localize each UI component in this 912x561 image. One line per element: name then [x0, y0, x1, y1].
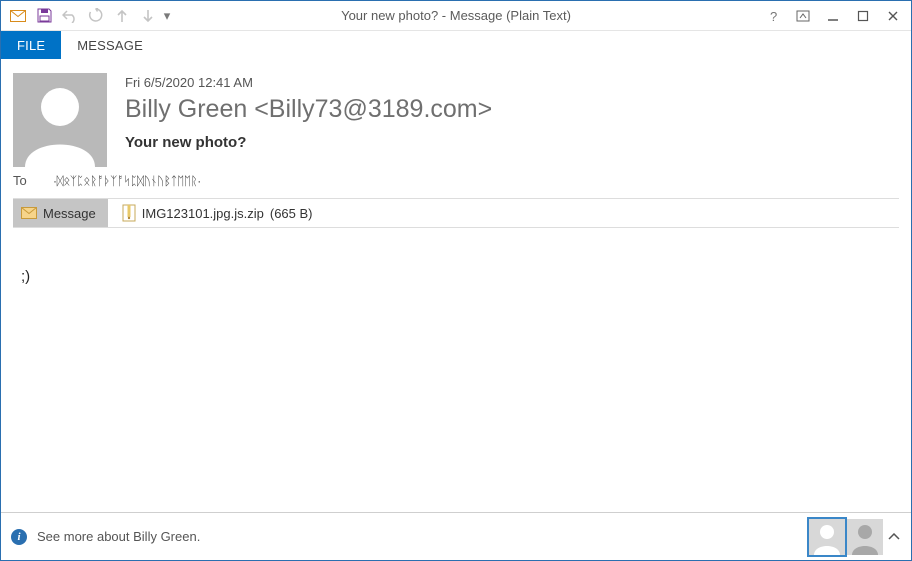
people-pane-expand-icon[interactable] — [885, 519, 903, 555]
message-date: Fri 6/5/2020 12:41 AM — [125, 75, 492, 90]
sender-avatar — [13, 73, 107, 167]
svg-text:?: ? — [770, 10, 777, 22]
undo-icon[interactable] — [59, 5, 81, 27]
attachment-filename: IMG123101.jpg.js.zip — [142, 206, 264, 221]
ribbon-toggle-icon[interactable] — [789, 5, 817, 27]
help-icon[interactable]: ? — [759, 5, 787, 27]
mail-icon[interactable] — [7, 5, 29, 27]
maximize-icon[interactable] — [849, 5, 877, 27]
close-icon[interactable] — [879, 5, 907, 27]
message-content: Fri 6/5/2020 12:41 AM Billy Green <Billy… — [1, 59, 911, 512]
people-pane: i See more about Billy Green. — [1, 512, 911, 560]
message-header: Fri 6/5/2020 12:41 AM Billy Green <Billy… — [13, 73, 899, 167]
window-title: Your new photo? - Message (Plain Text) — [341, 8, 571, 23]
contact-avatar-1[interactable] — [809, 519, 845, 555]
message-tab-button[interactable]: Message — [13, 199, 108, 227]
previous-item-icon[interactable] — [111, 5, 133, 27]
message-tab-label: Message — [43, 206, 96, 221]
to-value: ·ᛞᛟᛉᛈᛟᚱᚩᚦᛉᚩᛋᛈᛞᚢᚾᚢᛒᛏᛖᛖᚱ· — [53, 174, 201, 188]
people-pane-text[interactable]: See more about Billy Green. — [37, 529, 200, 544]
to-label: To — [13, 173, 33, 188]
redo-icon[interactable] — [85, 5, 107, 27]
recipients-row: To ·ᛞᛟᛉᛈᛟᚱᚩᚦᛉᚩᛋᛈᛞᚢᚾᚢᛒᛏᛖᛖᚱ· — [13, 169, 899, 198]
qat-customize-icon[interactable]: ▾ — [163, 5, 171, 27]
info-icon: i — [11, 529, 27, 545]
contact-avatar-2[interactable] — [847, 519, 883, 555]
people-pane-right — [809, 519, 903, 555]
attachment-bar: Message IMG123101.jpg.js.zip (665 B) — [13, 198, 899, 228]
title-bar: ▾ Your new photo? - Message (Plain Text)… — [1, 1, 911, 31]
quick-access-toolbar: ▾ — [1, 5, 171, 27]
attachment-item[interactable]: IMG123101.jpg.js.zip (665 B) — [108, 199, 313, 227]
tab-file[interactable]: FILE — [1, 31, 61, 59]
tab-message[interactable]: MESSAGE — [61, 31, 159, 59]
ribbon-tabs: FILE MESSAGE — [1, 31, 911, 59]
message-from: Billy Green <Billy73@3189.com> — [125, 94, 492, 124]
save-icon[interactable] — [33, 5, 55, 27]
message-body: ;) — [13, 228, 899, 512]
envelope-icon — [21, 207, 37, 219]
attachment-size: (665 B) — [270, 206, 313, 221]
message-subject: Your new photo? — [125, 134, 492, 151]
zip-file-icon — [122, 204, 136, 222]
minimize-icon[interactable] — [819, 5, 847, 27]
message-meta: Fri 6/5/2020 12:41 AM Billy Green <Billy… — [125, 73, 492, 151]
window-controls: ? — [759, 5, 907, 27]
next-item-icon[interactable] — [137, 5, 159, 27]
